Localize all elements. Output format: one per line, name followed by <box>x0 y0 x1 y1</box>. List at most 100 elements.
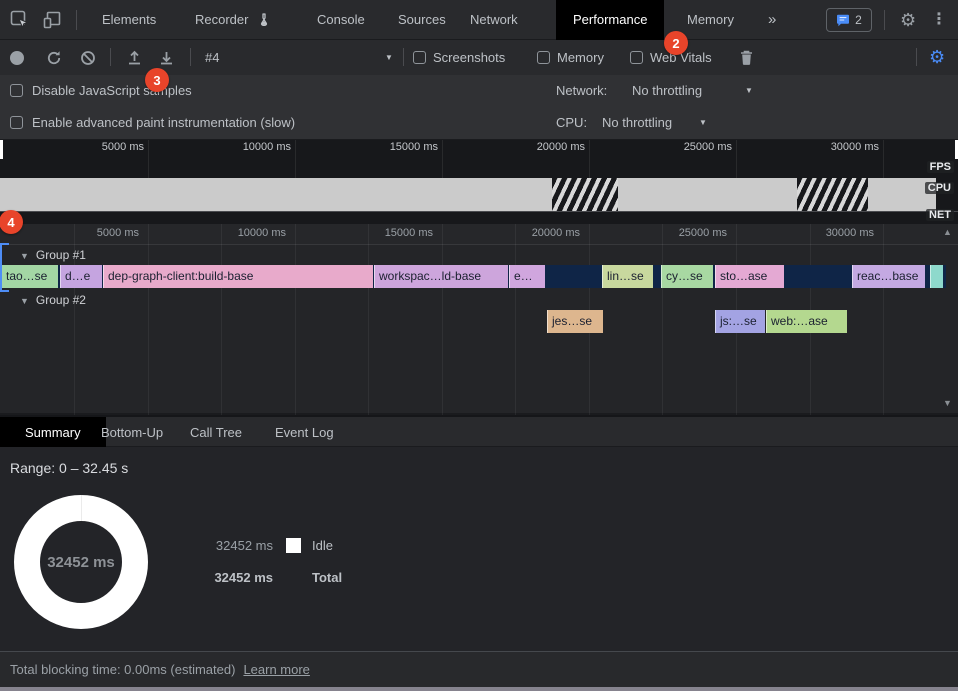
memory-label[interactable]: Memory <box>557 40 604 75</box>
cpu-busy-hatch <box>552 178 618 211</box>
flame-chart[interactable]: 5000 ms10000 ms15000 ms20000 ms25000 ms3… <box>0 224 958 415</box>
screenshots-label[interactable]: Screenshots <box>433 40 505 75</box>
donut-center-label: 32452 ms <box>14 495 148 629</box>
load-profile-icon[interactable] <box>126 49 143 66</box>
network-throttle-dropdown-icon[interactable]: ▼ <box>745 75 753 107</box>
legend-total-value: 32452 ms <box>193 570 273 585</box>
divider <box>190 48 191 66</box>
group-2-header[interactable]: ▼Group #2 <box>0 292 958 309</box>
tab-memory[interactable]: Memory <box>687 0 734 40</box>
tab-summary[interactable]: Summary <box>0 417 106 449</box>
cpu-busy-hatch <box>797 178 868 211</box>
details-tabbar: Summary Bottom-Up Call Tree Event Log <box>0 415 958 447</box>
cpu-throttle-dropdown-icon[interactable]: ▼ <box>699 107 707 139</box>
tab-event-log[interactable]: Event Log <box>275 417 334 449</box>
cpu-throttle-select[interactable]: No throttling <box>602 107 672 139</box>
legend-total-label: Total <box>312 570 342 585</box>
trash-icon[interactable] <box>739 49 754 66</box>
divider <box>76 10 77 30</box>
flame-bar[interactable]: lin…se <box>602 265 653 288</box>
devtools-tabbar: Elements Recorder Console Sources Networ… <box>0 0 958 40</box>
flame-bar[interactable]: js:…se <box>715 310 765 333</box>
collapse-arrow-icon: ▼ <box>20 293 29 310</box>
flame-bar[interactable] <box>930 265 943 288</box>
legend-idle-swatch <box>286 538 301 553</box>
legend-idle-value: 32452 ms <box>193 538 273 553</box>
legend-row-total: 32452 ms Total <box>193 569 342 585</box>
tab-performance[interactable]: Performance <box>556 0 664 40</box>
scroll-up-icon[interactable]: ▲ <box>943 227 952 237</box>
learn-more-link[interactable]: Learn more <box>243 662 309 677</box>
flame-bar[interactable]: dep-graph-client:build-base <box>103 265 373 288</box>
total-blocking-time-text: Total blocking time: 0.00ms (estimated) L… <box>10 652 310 688</box>
screenshots-checkbox[interactable] <box>413 51 426 64</box>
annotation-badge-2: 2 <box>664 31 688 55</box>
web-vitals-checkbox[interactable] <box>630 51 643 64</box>
tab-recorder[interactable]: Recorder <box>195 0 270 40</box>
flame-bar[interactable]: jes…se <box>547 310 603 333</box>
blocking-time-value: Total blocking time: 0.00ms (estimated) <box>10 662 235 677</box>
paint-instrumentation-checkbox[interactable] <box>10 116 23 129</box>
overview-left-handle[interactable] <box>0 140 3 159</box>
history-dropdown-icon[interactable]: ▼ <box>385 40 393 75</box>
flame-ruler: 5000 ms10000 ms15000 ms20000 ms25000 ms3… <box>0 224 958 245</box>
flame-bar[interactable]: web:…ase <box>766 310 847 333</box>
chat-count: 2 <box>855 13 862 27</box>
scroll-down-icon[interactable]: ▼ <box>943 398 952 408</box>
divider <box>884 10 885 30</box>
more-tabs-icon[interactable]: » <box>768 0 776 40</box>
fps-lane-label: FPS <box>927 161 954 173</box>
menu-dots-icon[interactable]: ⋮ <box>931 0 947 40</box>
group-1-label: Group #1 <box>36 248 86 262</box>
tab-bottom-up[interactable]: Bottom-Up <box>101 417 163 449</box>
cpu-lane-label: CPU <box>925 182 954 194</box>
tab-call-tree[interactable]: Call Tree <box>190 417 242 449</box>
save-profile-icon[interactable] <box>158 49 175 66</box>
timeline-overview[interactable]: 5000 ms10000 ms15000 ms20000 ms25000 ms3… <box>0 140 958 224</box>
chat-bubble-icon <box>836 14 850 27</box>
capture-settings-gear-icon[interactable]: ⚙ <box>929 40 945 75</box>
clear-icon[interactable] <box>80 50 96 66</box>
flame-bar[interactable]: d…e <box>60 265 102 288</box>
settings-gear-icon[interactable]: ⚙ <box>900 0 916 40</box>
flame-row-group-1: tao…sed…edep-graph-client:build-basework… <box>0 265 946 288</box>
reload-and-record-icon[interactable] <box>46 50 62 66</box>
overview-net-lane <box>0 211 958 224</box>
group-1-header[interactable]: ▼ Group #1 <box>0 247 958 264</box>
flame-bar[interactable]: e… <box>509 265 545 288</box>
tab-network[interactable]: Network <box>470 0 518 40</box>
network-throttle-select[interactable]: No throttling <box>632 75 702 107</box>
flame-bar[interactable]: sto…ase <box>715 265 784 288</box>
settings-row-2: Enable advanced paint instrumentation (s… <box>0 107 958 139</box>
divider <box>110 48 111 66</box>
annotation-badge-4: 4 <box>0 210 23 234</box>
cpu-throttle-label: CPU: <box>556 107 587 139</box>
flask-icon <box>258 13 270 26</box>
device-toolbar-icon[interactable] <box>42 10 62 30</box>
flame-bar[interactable]: workspac…ld-base <box>374 265 508 288</box>
net-lane-label: NET <box>926 209 954 221</box>
tab-elements[interactable]: Elements <box>102 0 156 40</box>
tab-console[interactable]: Console <box>317 0 365 40</box>
overview-cpu-lane <box>0 178 936 211</box>
network-throttle-label: Network: <box>556 75 607 107</box>
capture-settings: Disable JavaScript samples Network: No t… <box>0 75 958 140</box>
legend-row-idle: 32452 ms Idle <box>193 537 333 553</box>
disable-js-samples-checkbox[interactable] <box>10 84 23 97</box>
annotation-badge-3: 3 <box>145 68 169 92</box>
flame-bar[interactable]: reac…base <box>852 265 925 288</box>
flame-bar[interactable]: tao…se <box>1 265 58 288</box>
collapse-arrow-icon: ▼ <box>20 248 29 265</box>
record-icon[interactable] <box>10 51 24 65</box>
settings-row-1: Disable JavaScript samples Network: No t… <box>0 75 958 107</box>
footer-bar: Total blocking time: 0.00ms (estimated) L… <box>0 651 958 687</box>
memory-checkbox[interactable] <box>537 51 550 64</box>
legend-idle-label: Idle <box>312 538 333 553</box>
history-select-value[interactable]: #4 <box>205 40 219 75</box>
range-text: Range: 0 – 32.45 s <box>10 460 128 476</box>
flame-bar[interactable]: cy…se <box>661 265 713 288</box>
issues-chat-button[interactable]: 2 <box>826 8 872 32</box>
paint-instrumentation-label[interactable]: Enable advanced paint instrumentation (s… <box>32 107 295 139</box>
inspect-element-icon[interactable] <box>10 10 30 30</box>
tab-sources[interactable]: Sources <box>398 0 446 40</box>
